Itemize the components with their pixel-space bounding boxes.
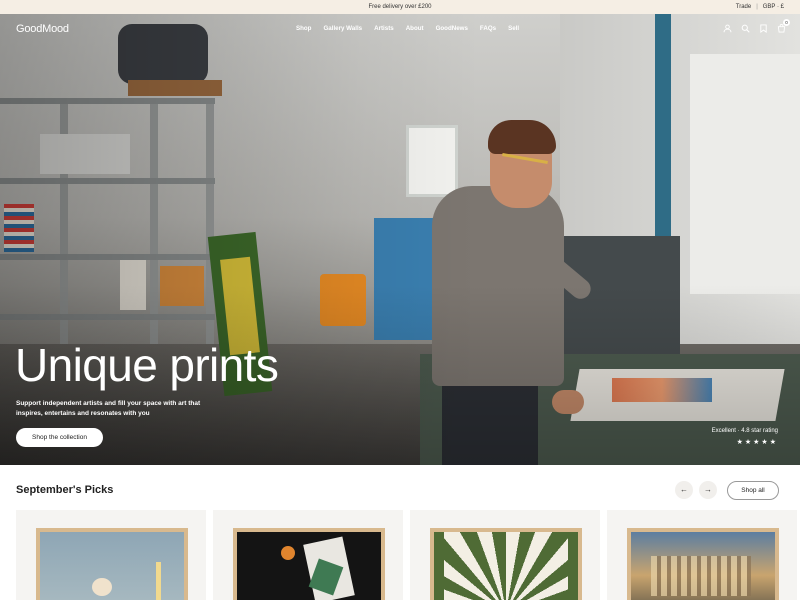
nav-item-gallery-walls[interactable]: Gallery Walls — [323, 25, 362, 32]
nav-icons: 0 — [723, 19, 790, 33]
rating-widget[interactable]: Excellent · 4.8 star rating ★★★★★ — [712, 428, 778, 446]
announcement-separator: | — [756, 4, 758, 10]
product-artwork — [40, 532, 184, 600]
rating-text: Excellent · 4.8 star rating — [711, 428, 778, 434]
cart-icon[interactable]: 0 — [777, 19, 790, 33]
hero-image — [0, 14, 800, 465]
nav-item-faqs[interactable]: FAQs — [480, 25, 496, 32]
logo[interactable]: GoodMood — [16, 23, 69, 35]
hero-subtitle: Support independent artists and fill you… — [16, 400, 201, 417]
currency-selector[interactable]: GBP · £ — [763, 4, 784, 10]
nav-item-artists[interactable]: Artists — [374, 25, 394, 32]
section-title: September's Picks — [16, 484, 114, 496]
shop-collection-button[interactable]: Shop the collection — [16, 428, 103, 447]
product-frame — [233, 528, 385, 600]
announcement-right: Trade | GBP · £ — [736, 4, 784, 10]
product-artwork — [631, 532, 775, 600]
product-frame — [627, 528, 779, 600]
shop-all-button[interactable]: Shop all — [727, 481, 779, 500]
nav-item-shop[interactable]: Shop — [296, 25, 311, 32]
wishlist-icon[interactable] — [759, 24, 768, 33]
product-card[interactable] — [213, 510, 403, 600]
main-nav: GoodMood Shop Gallery Walls Artists Abou… — [0, 14, 800, 44]
carousel-prev-button[interactable]: ← — [675, 481, 693, 499]
cart-count-badge: 0 — [783, 19, 790, 26]
product-frame — [36, 528, 188, 600]
trade-link[interactable]: Trade — [736, 4, 751, 10]
nav-menu: Shop Gallery Walls Artists About GoodNew… — [296, 25, 519, 32]
search-icon[interactable] — [741, 24, 750, 33]
nav-item-goodnews[interactable]: GoodNews — [436, 25, 468, 32]
product-card[interactable] — [16, 510, 206, 600]
product-artwork — [237, 532, 381, 600]
announcement-message: Free delivery over £200 — [368, 4, 432, 10]
product-card[interactable] — [607, 510, 797, 600]
product-frame — [430, 528, 582, 600]
product-card[interactable] — [410, 510, 600, 600]
nav-item-sell[interactable]: Sell — [508, 25, 519, 32]
product-artwork — [434, 532, 578, 600]
account-icon[interactable] — [723, 24, 732, 33]
nav-item-about[interactable]: About — [406, 25, 424, 32]
announcement-bar: Free delivery over £200 Trade | GBP · £ — [0, 0, 800, 14]
carousel-next-button[interactable]: → — [699, 481, 717, 499]
hero-shade — [0, 14, 800, 465]
hero-title: Unique prints — [15, 339, 279, 391]
star-rating-icon: ★★★★★ — [736, 439, 778, 446]
